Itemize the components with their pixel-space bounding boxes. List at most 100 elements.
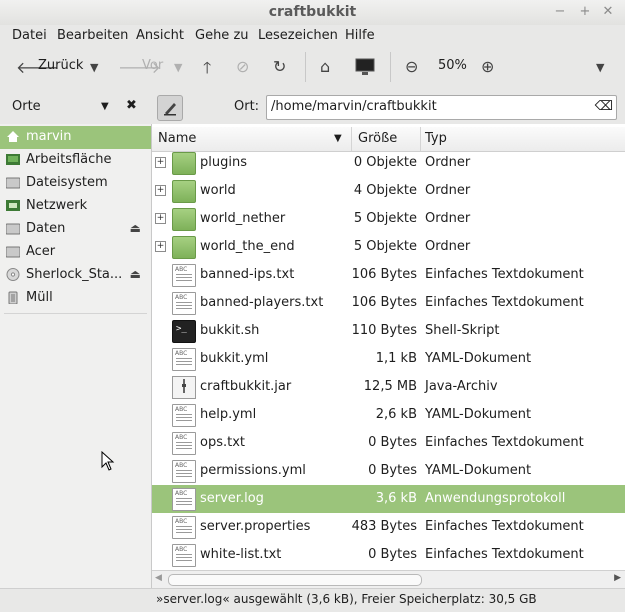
table-row[interactable]: + world 4 Objekte Ordner (152, 177, 625, 205)
table-row[interactable]: banned-players.txt 106 Bytes Einfaches T… (152, 289, 625, 317)
folder-icon (172, 208, 196, 231)
menu-ansicht[interactable]: Ansicht (136, 28, 184, 43)
window-title: craftbukkit (268, 4, 357, 20)
table-row[interactable]: ops.txt 0 Bytes Einfaches Textdokument (152, 429, 625, 457)
table-row[interactable]: + world_the_end 5 Objekte Ordner (152, 233, 625, 261)
file-size: 0 Objekte (353, 155, 417, 170)
location-label: Ort: (234, 99, 260, 114)
drive-icon (6, 177, 20, 189)
places-sidebar: marvin Arbeitsfläche Dateisystem Netzwer… (0, 124, 152, 589)
sidebar-item-daten[interactable]: Daten ⏏ (0, 218, 151, 241)
column-size[interactable]: Größe (358, 131, 397, 146)
stop-icon: ⊘ (236, 57, 250, 76)
sidebar-item-acer[interactable]: Acer (0, 241, 151, 264)
file-name: banned-players.txt (200, 295, 324, 310)
minimize-icon[interactable]: − (551, 4, 569, 19)
reload-icon[interactable]: ↻ (273, 57, 286, 76)
file-name: bukkit.yml (200, 351, 269, 366)
table-row[interactable]: bukkit.yml 1,1 kB YAML-Dokument (152, 345, 625, 373)
expand-icon[interactable]: + (155, 185, 166, 196)
file-type: Anwendungsprotokoll (425, 491, 566, 506)
table-row[interactable]: help.yml 2,6 kB YAML-Dokument (152, 401, 625, 429)
column-type[interactable]: Typ (425, 131, 447, 146)
menu-lesezeichen[interactable]: Lesezeichen (258, 28, 338, 43)
sidebar-item-label: Arbeitsfläche (26, 152, 112, 167)
table-row[interactable]: + world_nether 5 Objekte Ordner (152, 205, 625, 233)
scroll-left-icon[interactable]: ◀ (155, 573, 162, 583)
computer-icon[interactable] (355, 58, 375, 80)
terminal-icon (172, 320, 196, 343)
sidebar-item-label: Müll (26, 290, 53, 305)
file-name: white-list.txt (200, 547, 282, 562)
text-file-icon (172, 432, 196, 455)
expand-icon[interactable]: + (155, 157, 166, 168)
home-icon[interactable]: ⌂ (320, 57, 330, 76)
sort-chevron-icon[interactable]: ▼ (334, 133, 342, 144)
table-row[interactable]: white-list.txt 0 Bytes Einfaches Textdok… (152, 541, 625, 569)
file-manager-window: craftbukkit − + ✕ Datei Bearbeiten Ansic… (0, 0, 625, 612)
scroll-right-icon[interactable]: ▶ (614, 573, 621, 583)
table-row[interactable]: bukkit.sh 110 Bytes Shell-Skript (152, 317, 625, 345)
back-button[interactable]: Zurück (38, 58, 83, 73)
drive-icon (6, 223, 20, 235)
zoom-out-icon[interactable]: ⊖ (405, 57, 418, 76)
close-icon[interactable]: ✕ (599, 4, 617, 19)
table-row[interactable]: server.properties 483 Bytes Einfaches Te… (152, 513, 625, 541)
sidebar-item-arbeitsflaeche[interactable]: Arbeitsfläche (0, 149, 151, 172)
menu-bearbeiten[interactable]: Bearbeiten (57, 28, 128, 43)
sidebar-item-dateisystem[interactable]: Dateisystem (0, 172, 151, 195)
file-type: Einfaches Textdokument (425, 267, 584, 282)
eject-icon[interactable]: ⏏ (130, 267, 141, 281)
menu-bar: Datei Bearbeiten Ansicht Gehe zu Lesezei… (0, 25, 625, 47)
table-row[interactable]: banned-ips.txt 106 Bytes Einfaches Textd… (152, 261, 625, 289)
file-type: Ordner (425, 211, 471, 226)
up-arrow-icon[interactable]: 🡑 (203, 57, 211, 84)
file-size: 106 Bytes (351, 295, 417, 310)
sidebar-item-muell[interactable]: Müll (0, 287, 151, 310)
eject-icon[interactable]: ⏏ (130, 221, 141, 235)
file-size: 106 Bytes (351, 267, 417, 282)
sidebar-item-sherlock[interactable]: Sherlock_Sta... ⏏ (0, 264, 151, 287)
sidebar-item-marvin[interactable]: marvin (0, 126, 151, 149)
horizontal-scrollbar[interactable]: ◀ ▶ (152, 570, 625, 588)
back-history-chevron-icon[interactable]: ▼ (90, 61, 98, 74)
location-input[interactable]: /home/marvin/craftbukkit ⌫ (266, 95, 617, 120)
toggle-location-button[interactable] (157, 95, 183, 121)
text-file-icon (172, 516, 196, 539)
file-size: 1,1 kB (375, 351, 417, 366)
expand-icon[interactable]: + (155, 241, 166, 252)
sidebar-item-label: Sherlock_Sta... (26, 267, 123, 282)
maximize-icon[interactable]: + (576, 4, 594, 19)
file-size: 3,6 kB (375, 491, 417, 506)
desktop-icon (6, 154, 20, 165)
expand-icon[interactable]: + (155, 213, 166, 224)
scrollbar-thumb[interactable] (168, 574, 422, 586)
clear-location-icon[interactable]: ⌫ (595, 99, 613, 114)
toolbar-overflow-chevron-icon[interactable]: ▼ (596, 61, 604, 74)
file-size: 4 Objekte (353, 183, 417, 198)
file-name: craftbukkit.jar (200, 379, 292, 394)
text-file-icon (172, 292, 196, 315)
sidebar-item-label: Acer (26, 244, 56, 259)
file-name: world_nether (200, 211, 286, 226)
column-separator[interactable] (351, 127, 352, 151)
column-name[interactable]: Name (158, 131, 196, 146)
table-row[interactable]: + plugins 0 Objekte Ordner (152, 149, 625, 177)
network-icon (6, 200, 20, 211)
menu-datei[interactable]: Datei (12, 28, 47, 43)
toolbar-separator (390, 52, 391, 82)
zoom-in-icon[interactable]: ⊕ (481, 57, 494, 76)
menu-gehe-zu[interactable]: Gehe zu (195, 28, 249, 43)
title-bar[interactable]: craftbukkit − + ✕ (0, 0, 625, 25)
sidebar-item-label: Daten (26, 221, 66, 236)
menu-hilfe[interactable]: Hilfe (345, 28, 375, 43)
column-separator[interactable] (420, 127, 421, 151)
toolbar: 🡐 Zurück ▼ 🡒 Vor ▼ 🡑 ⊘ ↻ ⌂ ⊖ 50% ⊕ ▼ (0, 48, 625, 88)
table-row-selected[interactable]: server.log 3,6 kB Anwendungsprotokoll (152, 485, 625, 513)
table-row[interactable]: permissions.yml 0 Bytes YAML-Dokument (152, 457, 625, 485)
file-size: 12,5 MB (363, 379, 417, 394)
sidebar-item-netzwerk[interactable]: Netzwerk (0, 195, 151, 218)
table-row[interactable]: craftbukkit.jar 12,5 MB Java-Archiv (152, 373, 625, 401)
file-size: 5 Objekte (353, 239, 417, 254)
file-type: Java-Archiv (425, 379, 498, 394)
